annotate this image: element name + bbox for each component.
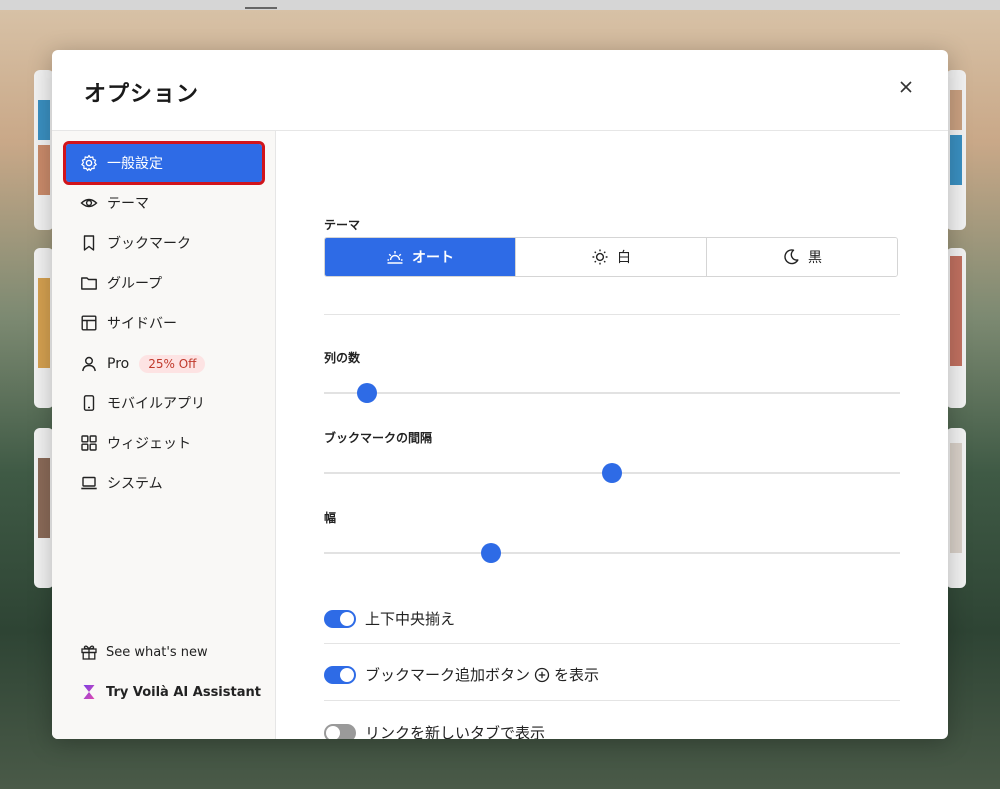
sidebar-item-label: グループ xyxy=(107,276,163,292)
slider-thumb[interactable] xyxy=(357,383,378,403)
sidebar-item-label: モバイルアプリ xyxy=(107,396,205,412)
background-card xyxy=(34,428,54,588)
theme-option-label: 黒 xyxy=(808,250,822,266)
sidebar-item-label: サイドバー xyxy=(107,316,177,332)
folder-icon xyxy=(80,274,98,292)
sidebar-item-groups[interactable]: グループ xyxy=(66,264,262,302)
theme-option-label: 白 xyxy=(617,250,631,266)
row-divider xyxy=(324,643,900,644)
sidebar-item-label: ウィジェット xyxy=(107,436,191,452)
top-bar-handle xyxy=(245,7,277,9)
slider-thumb[interactable] xyxy=(602,463,622,483)
sidebar-item-mobile-app[interactable]: モバイルアプリ xyxy=(66,384,262,422)
toggle-knob xyxy=(340,667,354,682)
background-card xyxy=(946,428,966,588)
sunrise-icon xyxy=(386,248,404,266)
open-links-new-tab-label: リンクを新しいタブで表示 xyxy=(365,724,546,739)
vertical-center-row: 上下中央揃え xyxy=(324,608,455,629)
theme-option-label: オート xyxy=(412,250,454,266)
phone-icon xyxy=(80,394,98,412)
options-content: テーマ オート 白 黒 列の数 ブックマークの間隔 幅 上下中央揃え ブックマー… xyxy=(324,131,900,739)
theme-option-light[interactable]: 白 xyxy=(516,238,707,276)
sidebar-item-pro[interactable]: Pro 25% Off xyxy=(66,345,262,383)
toggle-knob xyxy=(326,725,340,739)
show-add-button-label-after: を表示 xyxy=(554,666,600,684)
moon-icon xyxy=(782,248,800,266)
discount-badge: 25% Off xyxy=(139,355,206,373)
sidebar-item-label: 一般設定 xyxy=(107,156,163,172)
sidebar-item-widgets[interactable]: ウィジェット xyxy=(66,424,262,462)
modal-title: オプション xyxy=(84,82,200,107)
theme-option-dark[interactable]: 黒 xyxy=(707,238,897,276)
sidebar-item-label: Pro xyxy=(107,356,130,372)
sidebar-item-sidebar[interactable]: サイドバー xyxy=(66,304,262,342)
modal-header: オプション xyxy=(52,50,948,131)
options-sidebar: 一般設定 テーマ ブックマーク グループ サイドバー Pro 25% Off モ… xyxy=(52,131,276,739)
slider-thumb[interactable] xyxy=(481,543,502,563)
ai-assistant-label: Try Voilà AI Assistant xyxy=(106,684,261,700)
sidebar-item-label: ブックマーク xyxy=(107,236,191,252)
show-add-button-row: ブックマーク追加ボタン を表示 xyxy=(324,664,599,685)
show-add-button-label-before: ブックマーク追加ボタン xyxy=(365,666,531,684)
width-label: 幅 xyxy=(324,511,337,525)
whats-new-link[interactable]: See what's new xyxy=(80,643,208,661)
plus-circle-icon xyxy=(534,667,550,683)
gift-icon xyxy=(80,643,98,661)
section-divider xyxy=(324,314,900,315)
vertical-center-label: 上下中央揃え xyxy=(365,610,456,628)
row-divider xyxy=(324,700,900,701)
columns-slider[interactable] xyxy=(324,383,900,403)
whats-new-label: See what's new xyxy=(106,644,208,660)
close-icon xyxy=(900,81,912,93)
sidebar-item-label: システム xyxy=(107,476,163,492)
sidebar-item-theme[interactable]: テーマ xyxy=(66,184,262,222)
user-icon xyxy=(80,355,98,373)
bookmark-icon xyxy=(80,234,98,252)
theme-selector: オート 白 黒 xyxy=(324,237,898,277)
sidebar-item-general[interactable]: 一般設定 xyxy=(63,141,265,185)
background-card xyxy=(946,70,966,230)
background-card xyxy=(34,248,54,408)
hourglass-icon xyxy=(80,683,98,701)
columns-label: 列の数 xyxy=(324,351,361,365)
bookmark-spacing-slider[interactable] xyxy=(324,463,900,483)
width-slider[interactable] xyxy=(324,543,900,563)
laptop-icon xyxy=(80,474,98,492)
ai-assistant-link[interactable]: Try Voilà AI Assistant xyxy=(80,683,261,701)
gear-icon xyxy=(80,154,98,172)
close-button[interactable] xyxy=(898,79,914,95)
open-links-new-tab-toggle[interactable] xyxy=(324,723,356,739)
theme-section-label: テーマ xyxy=(324,218,361,232)
layout-icon xyxy=(80,314,98,332)
vertical-center-toggle[interactable] xyxy=(324,609,356,628)
open-links-new-tab-row: リンクを新しいタブで表示 xyxy=(324,722,545,739)
sidebar-item-system[interactable]: システム xyxy=(66,464,262,502)
sidebar-item-label: テーマ xyxy=(107,196,149,212)
bookmark-spacing-label: ブックマークの間隔 xyxy=(324,431,433,445)
background-card xyxy=(946,248,966,408)
options-modal: オプション 一般設定 テーマ ブックマーク グループ サイドバー Pro 25%… xyxy=(52,50,948,739)
sidebar-item-bookmarks[interactable]: ブックマーク xyxy=(66,224,262,262)
browser-top-bar xyxy=(0,0,1000,10)
eye-icon xyxy=(80,194,98,212)
slider-track xyxy=(324,552,900,554)
slider-track xyxy=(324,392,900,394)
theme-option-auto[interactable]: オート xyxy=(325,238,516,276)
toggle-knob xyxy=(340,611,354,626)
sun-icon xyxy=(591,248,609,266)
show-add-button-toggle[interactable] xyxy=(324,665,356,684)
grid-icon xyxy=(80,434,98,452)
background-card xyxy=(34,70,54,230)
